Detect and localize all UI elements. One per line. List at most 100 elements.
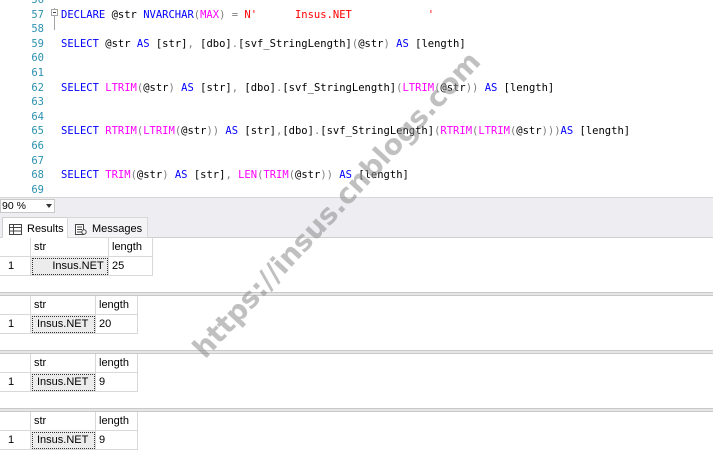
code-token: [str]: [149, 37, 188, 50]
code-token: =: [225, 8, 245, 21]
line-number: 61: [31, 67, 44, 79]
cell-length[interactable]: 25: [109, 257, 153, 276]
code-text[interactable]: DECLARE @str NVARCHAR(MAX) = N' Insus.NE…: [61, 8, 434, 23]
grid-corner[interactable]: [0, 354, 31, 373]
zoom-select[interactable]: 90 %: [0, 199, 55, 213]
column-header-str[interactable]: str: [31, 354, 96, 373]
code-token: LTRIM: [105, 81, 137, 94]
code-token: @str: [136, 169, 163, 182]
code-line[interactable]: 58: [0, 22, 713, 37]
code-line[interactable]: 57 DECLARE @str NVARCHAR(MAX) = N' Insus.…: [0, 8, 713, 23]
cell-str[interactable]: Insus.NET: [31, 431, 96, 450]
cell-str[interactable]: Insus.NET: [31, 257, 109, 276]
tab-results[interactable]: Results: [2, 217, 70, 238]
chevron-down-icon[interactable]: [46, 204, 52, 208]
code-line[interactable]: 61: [0, 66, 713, 81]
column-header-length[interactable]: length: [96, 296, 138, 315]
grid-icon: [9, 223, 22, 235]
cell-str[interactable]: Insus.NET: [31, 315, 96, 334]
result-grid-1[interactable]: str length 1 Insus.NET 25: [0, 238, 713, 294]
code-token: AS: [181, 81, 194, 94]
code-token: [str]: [187, 169, 226, 182]
line-number: 59: [31, 37, 44, 50]
results-pane: str length 1 Insus.NET 25 str length 1 I…: [0, 238, 713, 458]
row-number[interactable]: 1: [0, 257, 31, 276]
code-token: AS: [484, 81, 498, 94]
row-number[interactable]: 1: [0, 315, 31, 334]
cell-length[interactable]: 9: [96, 373, 138, 392]
line-number: 62: [31, 81, 44, 94]
code-token: LEN: [238, 169, 258, 182]
code-line[interactable]: 66: [0, 139, 713, 154]
zoom-value: 90 %: [2, 200, 26, 212]
code-token: TRIM: [105, 169, 131, 182]
code-line[interactable]: 64: [0, 110, 713, 125]
code-token: AS: [339, 169, 352, 182]
code-line[interactable]: 65 SELECT RTRIM(LTRIM(@str)) AS [str],[db…: [0, 124, 713, 139]
grid-corner[interactable]: [0, 296, 31, 315]
line-number: 69: [31, 183, 44, 196]
results-tab-strip: Results Messages: [0, 214, 713, 238]
code-token: [str]: [193, 81, 232, 94]
tab-messages-label: Messages: [92, 223, 143, 235]
tab-results-label: Results: [27, 223, 64, 235]
code-token: )): [320, 169, 333, 182]
code-text[interactable]: SELECT LTRIM(@str) AS [str], [dbo].[svf_…: [61, 81, 554, 96]
code-token: [svf_StringLength]: [320, 125, 435, 138]
code-token: @str: [98, 37, 137, 50]
code-line[interactable]: 62 SELECT LTRIM(@str) AS [str], [dbo].[sv…: [0, 81, 713, 96]
code-token: @str: [516, 125, 542, 138]
column-header-length[interactable]: length: [96, 354, 138, 373]
code-token: @str: [105, 8, 144, 21]
tab-messages[interactable]: Messages: [67, 217, 149, 238]
line-number: 58: [31, 23, 44, 36]
result-grid-3[interactable]: str length 1 Insus.NET 9: [0, 354, 713, 410]
code-token: @str: [295, 169, 321, 182]
code-token: AS: [396, 37, 409, 50]
line-number: 57: [31, 8, 44, 21]
code-token: AS: [136, 37, 150, 50]
grid-corner[interactable]: [0, 238, 31, 257]
cell-length[interactable]: 9: [96, 431, 138, 450]
code-text[interactable]: SELECT @str AS [str], [dbo].[svf_StringL…: [61, 37, 466, 52]
code-token: LTRIM: [402, 81, 435, 94]
code-token: [svf_StringLength]: [238, 37, 352, 50]
code-line[interactable]: 69: [0, 183, 713, 197]
column-header-str[interactable]: str: [31, 238, 109, 257]
line-number: 63: [31, 96, 44, 109]
result-grid-2[interactable]: str length 1 Insus.NET 20: [0, 296, 713, 352]
row-number[interactable]: 1: [0, 373, 31, 392]
column-header-length[interactable]: length: [96, 412, 138, 431]
code-token: SELECT: [61, 125, 99, 138]
code-token: [length]: [408, 37, 466, 50]
code-token: @str: [143, 81, 169, 94]
code-token: AS: [225, 125, 239, 138]
code-token: AS: [174, 169, 188, 182]
column-header-str[interactable]: str: [31, 296, 96, 315]
line-number: 64: [31, 110, 44, 123]
sql-editor[interactable]: 56 57 DECLARE @str NVARCHAR(MAX) = N' Insu…: [0, 0, 713, 197]
code-token: ))): [541, 125, 561, 138]
code-line[interactable]: 67: [0, 154, 713, 169]
cell-length[interactable]: 20: [96, 315, 138, 334]
code-token: TRIM: [263, 169, 289, 182]
code-token: DECLARE: [61, 8, 106, 21]
grid-corner[interactable]: [0, 412, 31, 431]
code-line[interactable]: 63: [0, 95, 713, 110]
code-token: @str: [181, 125, 207, 138]
editor-status-bar: 90 %: [0, 197, 713, 214]
result-grid-4[interactable]: str length 1 Insus.NET 9: [0, 412, 713, 458]
code-token: LTRIM: [143, 125, 175, 138]
line-number: 67: [31, 154, 44, 167]
code-text[interactable]: SELECT RTRIM(LTRIM(@str)) AS [str],[dbo]…: [61, 124, 630, 139]
column-header-length[interactable]: length: [109, 238, 153, 257]
line-number: 65: [31, 125, 44, 138]
row-number[interactable]: 1: [0, 431, 31, 450]
code-token: @str: [440, 81, 466, 94]
code-line[interactable]: 68 SELECT TRIM(@str) AS [str], LEN(TRIM(@…: [0, 168, 713, 183]
code-text[interactable]: SELECT TRIM(@str) AS [str], LEN(TRIM(@st…: [61, 168, 409, 183]
column-header-str[interactable]: str: [31, 412, 96, 431]
cell-str[interactable]: Insus.NET: [31, 373, 96, 392]
code-line[interactable]: 59 SELECT @str AS [str], [dbo].[svf_Strin…: [0, 37, 713, 52]
code-line[interactable]: 60: [0, 51, 713, 66]
